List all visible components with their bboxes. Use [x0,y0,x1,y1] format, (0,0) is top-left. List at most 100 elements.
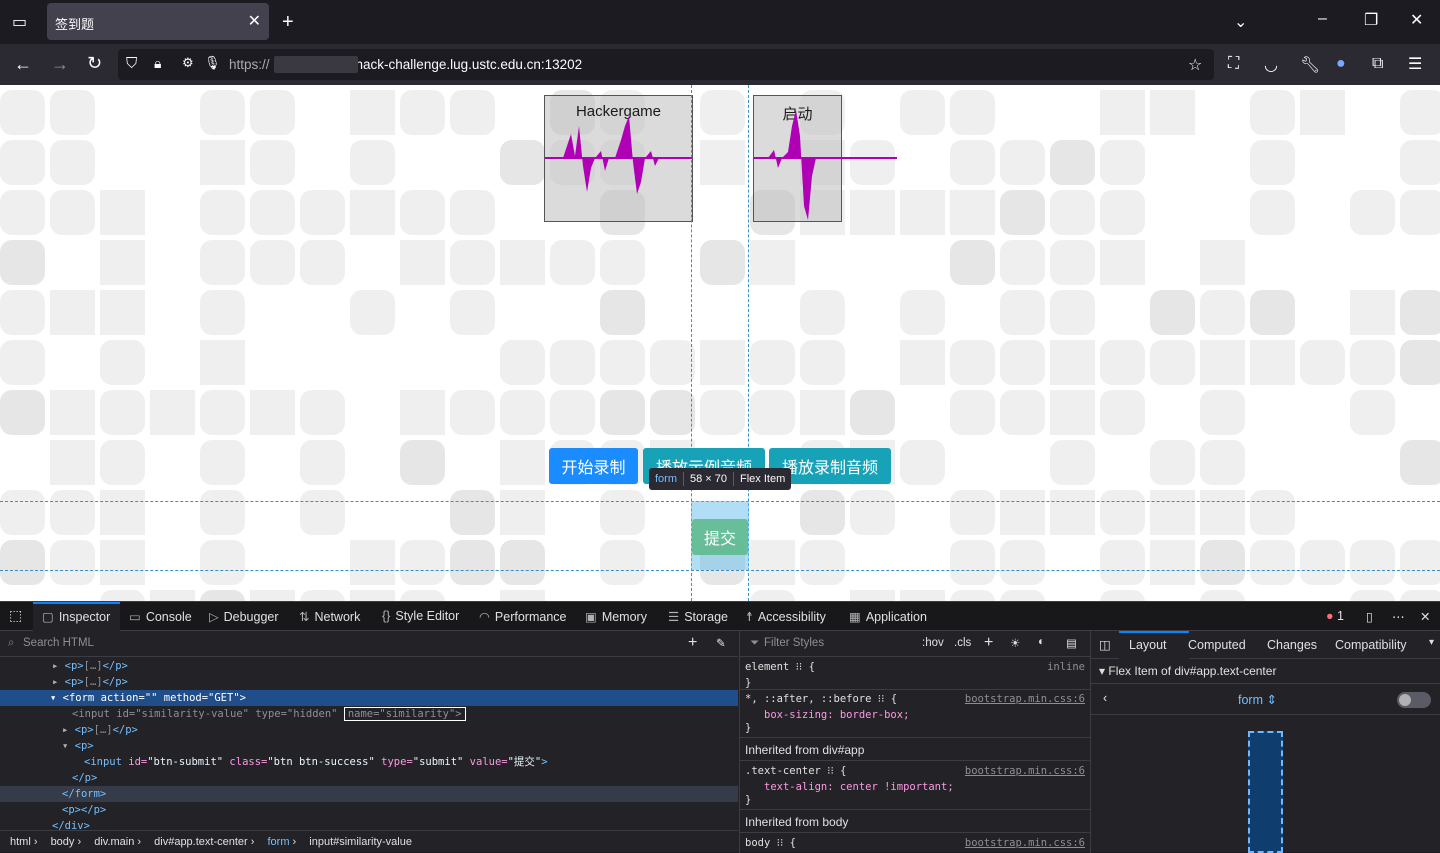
microphone-icon[interactable]: 🎙︎ [204,55,221,71]
rule-source-link[interactable]: bootstrap.min.css:6 [965,837,1085,849]
rule-body[interactable]: body ⁝⁝ { [745,837,796,849]
html-tree: ▸ <p>[…]</p> ▸ <p>[…]</p> ▾ <form action… [0,657,738,832]
close-window-icon[interactable]: ✕ [1410,10,1423,30]
rule-declaration[interactable]: text-align: center !important; [764,781,954,793]
back-icon[interactable]: ← [14,54,32,75]
flex-item-header[interactable]: ▾ Flex Item of div#app.text-center [1099,664,1276,678]
divider [733,472,735,486]
tab-changes[interactable]: Changes [1267,638,1317,652]
tab-overview-icon[interactable]: ▭ [12,12,27,32]
tree-node[interactable]: ▸ <p>[…]</p> [0,658,738,674]
breadcrumb-item[interactable]: input#similarity-value [309,836,412,848]
background-tile [1150,290,1195,335]
add-rule-icon[interactable]: + [984,634,993,652]
rule-declaration[interactable]: box-sizing: border-box; [764,709,909,721]
background-tile [50,390,95,435]
background-tile [1400,540,1440,585]
tab-layout[interactable]: Layout [1129,638,1167,652]
wrench-icon[interactable]: 🔧︎ [1300,55,1320,75]
hov-toggle[interactable]: :hov [922,637,944,649]
more-options-icon[interactable]: ⋯ [1392,609,1405,624]
add-node-icon[interactable]: + [688,634,697,652]
tab-network[interactable]: ⇅ Network [299,609,360,624]
forward-icon[interactable]: → [51,54,69,75]
tree-node[interactable]: <input id="similarity-value" type="hidde… [0,706,738,722]
tree-node[interactable]: ▸ <p>[…]</p> [0,722,738,738]
new-tab-icon[interactable]: + [282,11,294,34]
close-tab-icon[interactable]: ✕ [248,11,261,31]
tab-compatibility[interactable]: Compatibility [1335,638,1407,652]
extensions-puzzle-icon[interactable]: ⧉ [1372,55,1383,73]
rule-source-link[interactable]: bootstrap.min.css:6 [965,693,1085,705]
tree-node[interactable]: </p> [0,770,738,786]
filter-styles-input[interactable]: Filter Styles [764,637,824,649]
background-tile [500,590,545,601]
breadcrumb-item[interactable]: form [267,836,289,848]
tab-memory[interactable]: ▣ Memory [585,609,647,624]
background-tile [400,90,445,135]
chevron-left-icon[interactable]: ‹ [1103,691,1107,705]
print-mode-icon[interactable]: ▤ [1066,636,1077,650]
tab-style-editor[interactable]: {} Style Editor [382,609,459,623]
close-devtools-icon[interactable]: ✕ [1420,609,1430,624]
responsive-mode-icon[interactable]: ▯ [1366,609,1373,624]
bookmark-star-icon[interactable]: ☆ [1188,55,1202,75]
minimize-icon[interactable]: – [1318,10,1327,28]
screenshot-icon[interactable]: ⛶ [1228,55,1239,73]
dark-mode-icon[interactable]: ◐ [1038,636,1045,648]
tree-node[interactable]: </form> [0,786,738,802]
tab-application[interactable]: ▦ Application [849,609,927,624]
reload-icon[interactable]: ↻ [87,53,102,74]
tab-computed[interactable]: Computed [1188,638,1246,652]
restore-icon[interactable]: ❐ [1364,10,1378,30]
lock-icon[interactable]: 🔒︎ [154,55,161,72]
background-tile [50,140,95,185]
permissions-icon[interactable]: ⚙︎ [182,55,194,71]
breadcrumb-item[interactable]: html [10,836,31,848]
shield-icon[interactable]: ⛉ [126,55,137,72]
tab-inspector[interactable]: ▢ Inspector [42,609,110,624]
tree-node[interactable]: ▾ <p> [0,738,738,754]
background-tile [1000,540,1045,585]
tab-console[interactable]: ▭ Console [129,609,192,624]
rule-text-center[interactable]: .text-center ⁝⁝ { [745,765,847,777]
breadcrumb-item[interactable]: body [51,836,75,848]
element-picker-icon[interactable]: ⬚ [9,607,22,624]
breadcrumb-item[interactable]: div.main [94,836,134,848]
url-bar[interactable]: ⛉ 🔒︎ ⚙︎ 🎙︎ https:// hack-challenge.lug.us… [118,49,1214,80]
highlight-toggle[interactable] [1397,692,1431,708]
search-html-field[interactable]: ⌕ Search HTML + ✎ [0,631,738,657]
breadcrumb-item[interactable]: div#app.text-center [154,836,248,848]
tree-node[interactable]: <p></p> [0,802,738,818]
pocket-icon[interactable]: ◡ [1264,55,1278,75]
background-tile [1150,340,1195,385]
tree-node[interactable]: <input id="btn-submit" class="btn btn-su… [0,754,738,770]
background-tile [1050,490,1095,535]
light-mode-icon[interactable]: ☀ [1010,636,1020,650]
tab-performance[interactable]: ◠ Performance [479,609,566,624]
tree-node[interactable]: ▸ <p>[…]</p> [0,674,738,690]
submit-button[interactable]: 提交 [692,519,748,555]
tab-accessibility[interactable]: ☨ Accessibility [746,609,826,624]
tree-node-selected[interactable]: ▾ <form action="" method="GET"> [0,690,738,706]
background-tile [750,540,795,585]
tab-storage[interactable]: ☰ Storage [668,609,728,624]
toggle-pane-icon[interactable]: ◫ [1099,637,1111,652]
waveform-hackergame[interactable]: Hackergame [544,95,693,222]
tab-list-icon[interactable]: ⌄ [1234,12,1247,32]
background-tile [700,140,745,185]
eyedropper-icon[interactable]: ✎ [716,636,726,650]
rule-universal[interactable]: *, ::after, ::before ⁝⁝ { [745,693,897,705]
waveform-qidong[interactable]: 启动 [753,95,897,222]
start-recording-button[interactable]: 开始录制 [549,448,638,484]
browser-tab[interactable]: 签到题 ✕ [47,3,269,40]
error-badge[interactable]: ● 1 [1326,609,1344,623]
rule-source-link[interactable]: bootstrap.min.css:6 [965,765,1085,777]
app-menu-icon[interactable]: ☰ [1408,54,1422,74]
extension-icon[interactable]: ● [1336,55,1346,73]
tab-debugger[interactable]: ▷ Debugger [209,609,279,624]
flex-item-selector[interactable]: form ⇕ [1238,692,1277,707]
cls-toggle[interactable]: .cls [954,637,971,649]
rule-element[interactable]: element ⁝⁝ { [745,661,815,673]
chevron-down-icon[interactable]: ▾ [1429,637,1434,648]
